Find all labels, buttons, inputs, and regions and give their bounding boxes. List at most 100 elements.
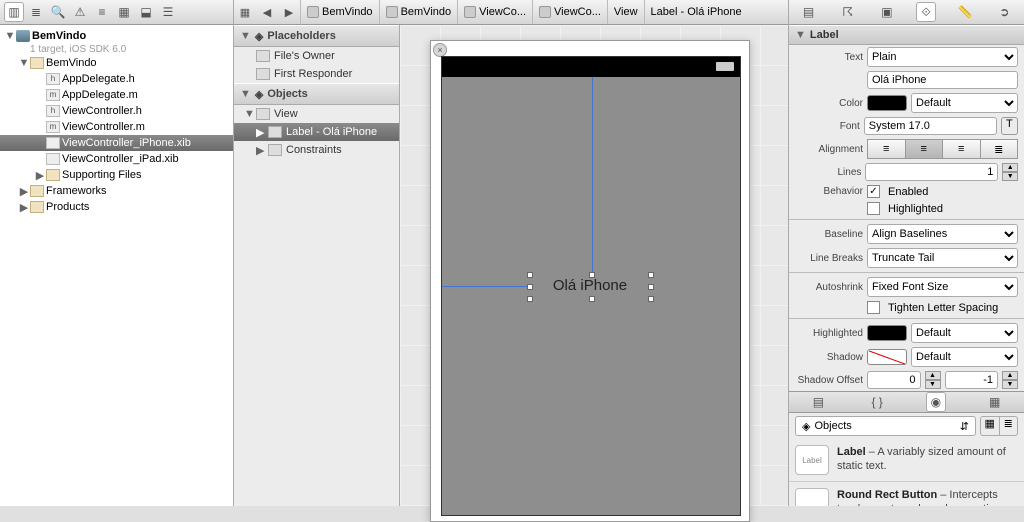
file-template-library-icon[interactable]: ▤: [808, 392, 828, 412]
group-products[interactable]: ▶ Products: [0, 199, 233, 215]
code-snippet-library-icon[interactable]: { }: [867, 392, 887, 412]
group-supporting-files[interactable]: ▶ Supporting Files: [0, 167, 233, 183]
project-navigator-icon[interactable]: ▥: [4, 2, 24, 22]
resize-handle[interactable]: [648, 284, 654, 290]
group-bemvindo[interactable]: ▼ BemVindo: [0, 55, 233, 71]
label-section-header[interactable]: ▼Label: [789, 25, 1024, 45]
file-appdelegate-m[interactable]: mAppDelegate.m: [0, 87, 233, 103]
tighten-checkbox[interactable]: [867, 301, 880, 314]
color-well[interactable]: [867, 95, 907, 111]
files-owner[interactable]: File's Owner: [234, 47, 399, 65]
constraints-icon: [268, 144, 282, 156]
resize-handle[interactable]: [648, 272, 654, 278]
text-mode-select[interactable]: Plain: [867, 47, 1018, 67]
text-field[interactable]: [867, 71, 1018, 89]
crumb-group[interactable]: BemVindo: [379, 0, 458, 24]
alignment-segmented[interactable]: ≡ ≡ ≡ ≣: [867, 139, 1018, 159]
objects-header[interactable]: ▼ ◈ Objects: [234, 83, 399, 105]
outline-constraints[interactable]: ▶ Constraints: [234, 141, 399, 159]
font-field[interactable]: [864, 117, 997, 135]
color-label: Color: [795, 98, 863, 109]
autoshrink-select[interactable]: Fixed Font Size: [867, 277, 1018, 297]
interface-builder-canvas[interactable]: × Olá iPhone: [400, 25, 788, 506]
shadow-offset-x[interactable]: [867, 371, 921, 389]
vertical-guide: [592, 77, 593, 277]
library-selector[interactable]: ◈ Objects ⇵: [795, 416, 976, 436]
file-viewcontroller-ipad-xib[interactable]: ViewController_iPad.xib: [0, 151, 233, 167]
test-navigator-icon[interactable]: ≡: [92, 2, 112, 22]
search-navigator-icon[interactable]: 🔍: [48, 2, 68, 22]
resize-handle[interactable]: [527, 296, 533, 302]
cube-icon: ◈: [255, 30, 263, 43]
crumb-file[interactable]: ViewCo...: [457, 0, 532, 24]
linebreaks-label: Line Breaks: [795, 253, 863, 264]
resize-handle[interactable]: [527, 284, 533, 290]
symbol-navigator-icon[interactable]: ≣: [26, 2, 46, 22]
back-icon[interactable]: ◀: [256, 6, 278, 19]
object-library-icon[interactable]: ◉: [926, 392, 946, 412]
label-thumbnail-icon: Label: [795, 445, 829, 475]
enabled-label: Enabled: [888, 186, 928, 198]
cube-icon: ◈: [802, 420, 810, 433]
editor-area: ▦ ◀ ▶ BemVindo BemVindo ViewCo... ViewCo…: [234, 0, 788, 506]
lines-field[interactable]: [865, 163, 998, 181]
label-icon: [268, 126, 282, 138]
connections-inspector-icon[interactable]: ➲: [994, 2, 1014, 22]
align-right-icon[interactable]: ≡: [943, 139, 981, 159]
file-inspector-icon[interactable]: ▤: [799, 2, 819, 22]
shadow-offset-y[interactable]: [945, 371, 999, 389]
baseline-select[interactable]: Align Baselines: [867, 224, 1018, 244]
outline-view[interactable]: ▼ View: [234, 105, 399, 123]
enabled-checkbox[interactable]: ✓: [867, 185, 880, 198]
outline-label[interactable]: ▶ Label - Olá iPhone: [234, 123, 399, 141]
placeholders-header[interactable]: ▼ ◈ Placeholders: [234, 25, 399, 47]
project-root[interactable]: ▼ BemVindo: [0, 28, 233, 44]
issue-navigator-icon[interactable]: ⚠: [70, 2, 90, 22]
related-items-icon[interactable]: ▦: [234, 6, 256, 19]
file-appdelegate-h[interactable]: hAppDelegate.h: [0, 71, 233, 87]
resize-handle[interactable]: [648, 296, 654, 302]
resize-handle[interactable]: [589, 272, 595, 278]
forward-icon[interactable]: ▶: [278, 6, 300, 19]
lines-stepper[interactable]: ▲▼: [1002, 163, 1018, 181]
object-library-list: Label Label – A variably sized amount of…: [789, 439, 1024, 506]
shadow-color-well[interactable]: [867, 349, 907, 365]
resize-handle[interactable]: [527, 272, 533, 278]
crumb-label[interactable]: Label - Olá iPhone: [644, 0, 748, 24]
color-select[interactable]: Default: [911, 93, 1018, 113]
linebreaks-select[interactable]: Truncate Tail: [867, 248, 1018, 268]
file-viewcontroller-h[interactable]: hViewController.h: [0, 103, 233, 119]
align-left-icon[interactable]: ≡: [867, 139, 906, 159]
close-icon[interactable]: ×: [433, 43, 447, 57]
crumb-project[interactable]: BemVindo: [300, 0, 379, 24]
highlighted-checkbox[interactable]: [867, 202, 880, 215]
breakpoint-navigator-icon[interactable]: ⬓: [136, 2, 156, 22]
size-inspector-icon[interactable]: 📏: [955, 2, 975, 22]
resize-handle[interactable]: [589, 296, 595, 302]
highlighted-color-well[interactable]: [867, 325, 907, 341]
crumb-view[interactable]: View: [607, 0, 644, 24]
quick-help-icon[interactable]: ☈: [838, 2, 858, 22]
first-responder[interactable]: First Responder: [234, 65, 399, 83]
group-frameworks[interactable]: ▶ Frameworks: [0, 183, 233, 199]
jump-bar: ▦ ◀ ▶ BemVindo BemVindo ViewCo... ViewCo…: [234, 0, 788, 25]
font-picker-icon[interactable]: T: [1001, 117, 1018, 135]
log-navigator-icon[interactable]: ☰: [158, 2, 178, 22]
shadow-select[interactable]: Default: [911, 347, 1018, 367]
identity-inspector-icon[interactable]: ▣: [877, 2, 897, 22]
file-viewcontroller-iphone-xib[interactable]: ViewController_iPhone.xib: [0, 135, 233, 151]
library-item-button[interactable]: Round Rect Button – Intercepts touch eve…: [789, 482, 1024, 506]
shadow-y-stepper[interactable]: ▲▼: [1002, 371, 1018, 389]
ui-label[interactable]: Olá iPhone: [530, 275, 650, 297]
library-item-label[interactable]: Label Label – A variably sized amount of…: [789, 439, 1024, 482]
attributes-inspector-icon[interactable]: ⟐: [916, 2, 936, 22]
media-library-icon[interactable]: ▦: [985, 392, 1005, 412]
align-center-icon[interactable]: ≡: [906, 139, 944, 159]
crumb-file2[interactable]: ViewCo...: [532, 0, 607, 24]
debug-navigator-icon[interactable]: ▦: [114, 2, 134, 22]
highlighted-select[interactable]: Default: [911, 323, 1018, 343]
shadow-x-stepper[interactable]: ▲▼: [925, 371, 941, 389]
library-view-toggle[interactable]: ▦≣: [980, 416, 1018, 436]
file-viewcontroller-m[interactable]: mViewController.m: [0, 119, 233, 135]
align-justify-icon[interactable]: ≣: [981, 139, 1019, 159]
